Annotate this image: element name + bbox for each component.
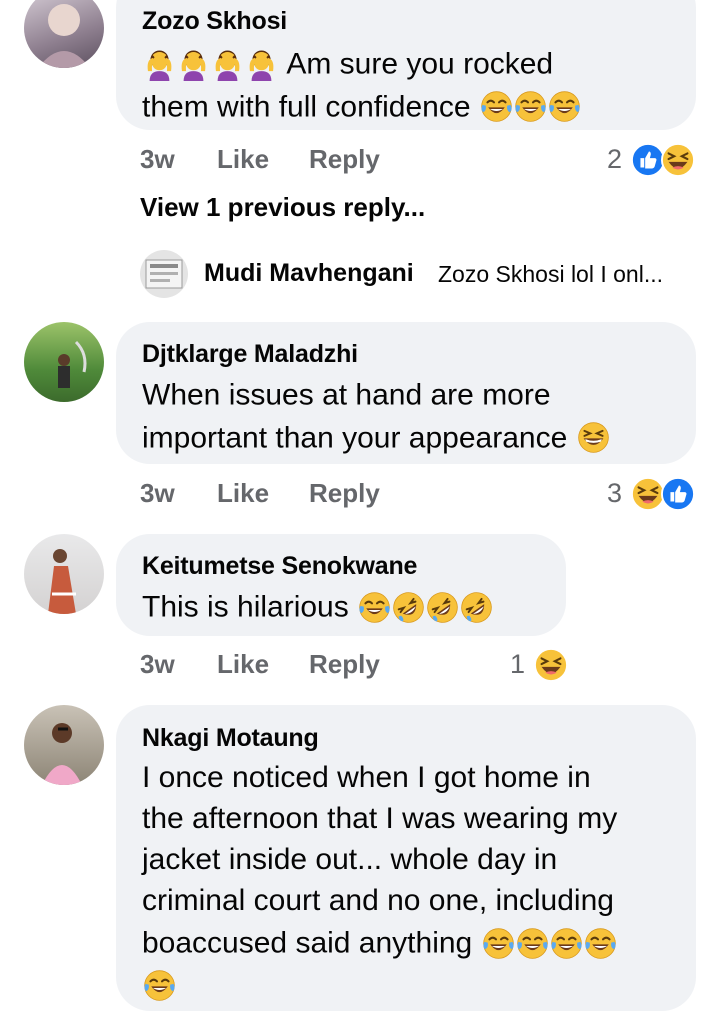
rolling-laughing-emoji-icon xyxy=(460,591,493,624)
laugh-icon xyxy=(631,477,665,511)
comment-text-fragment: boaccused said anything xyxy=(142,926,473,960)
comment-actions: 3w Like Reply xyxy=(140,476,540,510)
facepalm-emoji-icon xyxy=(143,48,176,81)
tears-of-joy-emoji-icon xyxy=(548,90,581,123)
comment-text-line: This is hilarious xyxy=(142,590,349,624)
comment-text: them with full confidence xyxy=(142,85,670,128)
like-button[interactable]: Like xyxy=(217,142,269,176)
grinning-squinting-emoji-icon xyxy=(577,421,610,454)
comment-text: I once noticed when I got home in the af… xyxy=(142,757,670,1005)
avatar[interactable] xyxy=(24,322,104,402)
view-previous-replies-link[interactable]: View 1 previous reply... xyxy=(140,192,425,223)
tears-of-joy-emoji-icon xyxy=(480,90,513,123)
facepalm-emoji-icon xyxy=(211,48,244,81)
comment-bubble: Djtklarge Maladzhi When issues at hand a… xyxy=(116,322,696,464)
comment-author[interactable]: Djtklarge Maladzhi xyxy=(142,339,670,369)
comment-text-line: criminal court and no one, including xyxy=(142,884,614,917)
tears-of-joy-emoji-icon xyxy=(514,90,547,123)
facepalm-emoji-icon xyxy=(245,48,278,81)
comment-text-line xyxy=(142,964,670,1005)
reply-author[interactable]: Mudi Mavhengani xyxy=(204,259,414,288)
tears-of-joy-emoji-icon xyxy=(358,591,391,624)
like-button[interactable]: Like xyxy=(217,476,269,510)
comment-text-line: them with full confidence xyxy=(142,90,471,124)
comment-text-line: the afternoon that I was wearing my xyxy=(142,802,618,835)
reaction-count: 3 xyxy=(607,478,623,508)
comment-actions: 3w Like Reply xyxy=(140,647,440,681)
avatar-photo xyxy=(58,340,87,388)
avatar-photo xyxy=(38,4,90,68)
tears-of-joy-emoji-icon xyxy=(550,927,583,960)
avatar-photo xyxy=(42,723,82,785)
comment-bubble: Nkagi Motaung I once noticed when I got … xyxy=(116,705,696,1011)
tears-of-joy-emoji-icon xyxy=(584,927,617,960)
avatar[interactable] xyxy=(24,534,104,614)
rolling-laughing-emoji-icon xyxy=(426,591,459,624)
reply-button[interactable]: Reply xyxy=(309,142,380,176)
reaction-count: 2 xyxy=(607,144,623,174)
rolling-laughing-emoji-icon xyxy=(392,591,425,624)
tears-of-joy-emoji-icon xyxy=(482,927,515,960)
tears-of-joy-emoji-icon xyxy=(143,969,176,1002)
comment-text: When issues at hand are more xyxy=(142,373,670,416)
comment-text: Am sure you rocked xyxy=(142,42,670,85)
facepalm-emoji-icon xyxy=(177,48,210,81)
reaction-summary[interactable]: 2 xyxy=(607,142,699,176)
avatar[interactable] xyxy=(24,705,104,785)
reply-button[interactable]: Reply xyxy=(309,476,380,510)
comment-text-line: jacket inside out... whole day in xyxy=(142,843,558,876)
reaction-summary[interactable]: 3 xyxy=(607,476,699,510)
comment-text-line: boaccused said anything xyxy=(142,921,670,964)
comment-bubble: Keitumetse Senokwane This is hilarious xyxy=(116,534,566,636)
like-icon xyxy=(631,143,665,177)
comment-author[interactable]: Zozo Skhosi xyxy=(142,6,670,36)
avatar-photo xyxy=(48,549,76,614)
timestamp[interactable]: 3w xyxy=(140,142,175,176)
comment-text-line: I once noticed when I got home in xyxy=(142,761,591,794)
comment-text: important than your appearance xyxy=(142,416,670,459)
timestamp[interactable]: 3w xyxy=(140,476,175,510)
comment-author[interactable]: Keitumetse Senokwane xyxy=(142,551,540,581)
comment-author[interactable]: Nkagi Motaung xyxy=(142,723,670,753)
laugh-icon xyxy=(661,143,695,177)
like-button[interactable]: Like xyxy=(217,647,269,681)
laugh-icon xyxy=(534,648,568,682)
reply-snippet: Zozo Skhosi lol I onl... xyxy=(438,261,663,287)
comment-text-line: important than your appearance xyxy=(142,421,568,455)
comment-actions: 3w Like Reply xyxy=(140,142,540,176)
reaction-count: 1 xyxy=(510,649,526,679)
comment-text-line: Am sure you rocked xyxy=(286,47,554,81)
comment-bubble: Zozo Skhosi Am sure you rocked them with… xyxy=(116,0,696,130)
reaction-summary[interactable]: 1 xyxy=(510,647,570,681)
avatar xyxy=(140,250,188,298)
tears-of-joy-emoji-icon xyxy=(516,927,549,960)
timestamp[interactable]: 3w xyxy=(140,647,175,681)
avatar-photo xyxy=(145,259,183,289)
reply-button[interactable]: Reply xyxy=(309,647,380,681)
comment-text: This is hilarious xyxy=(142,585,540,628)
comment-text-line: When issues at hand are more xyxy=(142,378,551,412)
like-icon xyxy=(661,477,695,511)
avatar[interactable] xyxy=(24,0,104,68)
reply-preview[interactable]: Mudi Mavhengani Zozo Skhosi lol I onl... xyxy=(140,250,700,298)
